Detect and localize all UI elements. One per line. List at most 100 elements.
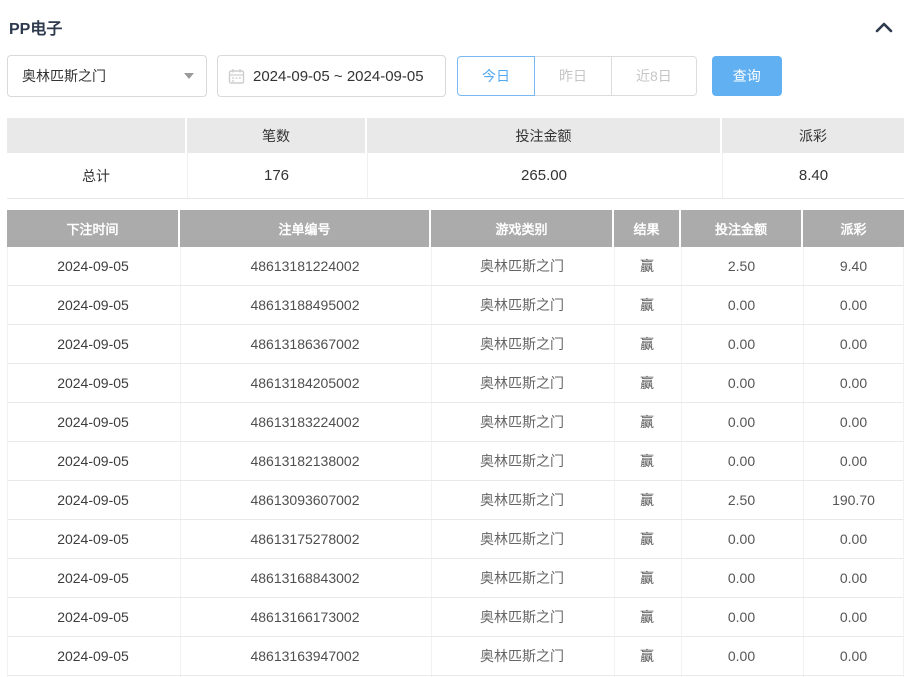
panel-title: PP电子 (9, 15, 62, 39)
table-header-cell: 派彩 (803, 210, 904, 247)
table-header-row: 下注时间注单编号游戏类别结果投注金额派彩 (7, 210, 904, 247)
table-cell: 2024-09-05 (8, 286, 178, 324)
summary-cell: 8.40 (722, 153, 904, 198)
table-cell: 48613186367002 (180, 325, 429, 363)
table-cell: 0.00 (803, 325, 903, 363)
table-cell: 赢 (614, 520, 679, 558)
quick-date-button-group: 今日 昨日 近8日 (457, 56, 697, 96)
date-range-value: 2024-09-05 ~ 2024-09-05 (253, 68, 424, 85)
table-cell: 48613093607002 (180, 481, 429, 519)
table-cell: 48613181224002 (180, 247, 429, 285)
table-row: 2024-09-0548613181224002奥林匹斯之门赢2.509.40 (8, 247, 903, 286)
summary-table: 笔数投注金额派彩 总计176265.008.40 (7, 118, 904, 199)
table-cell: 0.00 (803, 637, 903, 675)
summary-header-row: 笔数投注金额派彩 (7, 118, 904, 153)
summary-header-cell: 笔数 (187, 118, 365, 153)
table-cell: 奥林匹斯之门 (431, 403, 612, 441)
table-cell: 2024-09-05 (8, 247, 178, 285)
table-header-cell: 投注金额 (681, 210, 801, 247)
table-cell: 0.00 (681, 637, 801, 675)
summary-header-cell: 派彩 (722, 118, 904, 153)
table-cell: 2024-09-05 (8, 598, 178, 636)
table-cell: 48613166173002 (180, 598, 429, 636)
table-cell: 奥林匹斯之门 (431, 286, 612, 324)
table-cell: 0.00 (681, 403, 801, 441)
today-button[interactable]: 今日 (457, 56, 535, 96)
table-row: 2024-09-0548613184205002奥林匹斯之门赢0.000.00 (8, 364, 903, 403)
table-cell: 奥林匹斯之门 (431, 637, 612, 675)
pp-electronic-panel: PP电子 奥林匹斯之门 (0, 0, 912, 677)
table-cell: 赢 (614, 481, 679, 519)
table-cell: 赢 (614, 247, 679, 285)
yesterday-button[interactable]: 昨日 (534, 56, 612, 96)
caret-down-icon (184, 73, 194, 79)
summary-cell: 265.00 (367, 153, 720, 198)
bet-records-table: 下注时间注单编号游戏类别结果投注金额派彩 2024-09-05486131812… (7, 210, 904, 677)
table-cell: 48613163947002 (180, 637, 429, 675)
table-cell: 48613183224002 (180, 403, 429, 441)
table-cell: 190.70 (803, 481, 903, 519)
table-cell: 赢 (614, 442, 679, 480)
table-row: 2024-09-0548613163947002奥林匹斯之门赢0.000.00 (8, 637, 903, 676)
table-cell: 48613188495002 (180, 286, 429, 324)
table-cell: 2.50 (681, 247, 801, 285)
table-cell: 奥林匹斯之门 (431, 598, 612, 636)
table-cell: 0.00 (803, 442, 903, 480)
table-cell: 2024-09-05 (8, 559, 178, 597)
table-body: 2024-09-0548613181224002奥林匹斯之门赢2.509.402… (7, 247, 904, 677)
table-cell: 48613182138002 (180, 442, 429, 480)
table-cell: 赢 (614, 403, 679, 441)
table-row: 2024-09-0548613168843002奥林匹斯之门赢0.000.00 (8, 559, 903, 598)
table-cell: 0.00 (681, 442, 801, 480)
table-cell: 0.00 (681, 559, 801, 597)
table-row: 2024-09-0548613183224002奥林匹斯之门赢0.000.00 (8, 403, 903, 442)
summary-header-cell: 投注金额 (367, 118, 720, 153)
table-cell: 2024-09-05 (8, 520, 178, 558)
table-cell: 奥林匹斯之门 (431, 247, 612, 285)
date-range-input[interactable]: 2024-09-05 ~ 2024-09-05 (217, 55, 446, 97)
table-cell: 0.00 (681, 286, 801, 324)
table-row: 2024-09-0548613182138002奥林匹斯之门赢0.000.00 (8, 442, 903, 481)
table-cell: 0.00 (803, 403, 903, 441)
table-cell: 9.40 (803, 247, 903, 285)
table-header-cell: 注单编号 (180, 210, 429, 247)
table-cell: 2024-09-05 (8, 403, 178, 441)
table-cell: 0.00 (803, 286, 903, 324)
table-cell: 0.00 (681, 325, 801, 363)
table-row: 2024-09-0548613175278002奥林匹斯之门赢0.000.00 (8, 520, 903, 559)
table-cell: 0.00 (681, 598, 801, 636)
summary-header-cell (7, 118, 185, 153)
table-row: 2024-09-0548613166173002奥林匹斯之门赢0.000.00 (8, 598, 903, 637)
table-cell: 奥林匹斯之门 (431, 442, 612, 480)
table-row: 2024-09-0548613093607002奥林匹斯之门赢2.50190.7… (8, 481, 903, 520)
table-cell: 2.50 (681, 481, 801, 519)
table-cell: 0.00 (803, 364, 903, 402)
last-8-days-button[interactable]: 近8日 (611, 56, 697, 96)
calendar-icon (228, 68, 245, 85)
collapse-panel-button[interactable] (873, 16, 895, 38)
panel-header: PP电子 (7, 0, 905, 38)
table-row: 2024-09-0548613186367002奥林匹斯之门赢0.000.00 (8, 325, 903, 364)
table-cell: 0.00 (681, 520, 801, 558)
table-cell: 赢 (614, 598, 679, 636)
table-cell: 48613184205002 (180, 364, 429, 402)
table-cell: 0.00 (803, 598, 903, 636)
game-select-value: 奥林匹斯之门 (22, 66, 106, 86)
table-cell: 2024-09-05 (8, 325, 178, 363)
summary-total-row: 总计176265.008.40 (7, 153, 904, 199)
filter-row: 奥林匹斯之门 2024-09-05 ~ 2024-09-05 今日 (7, 55, 905, 97)
table-cell: 奥林匹斯之门 (431, 325, 612, 363)
table-cell: 赢 (614, 637, 679, 675)
summary-cell: 176 (187, 153, 365, 198)
table-cell: 赢 (614, 286, 679, 324)
table-header-cell: 下注时间 (7, 210, 178, 247)
table-cell: 奥林匹斯之门 (431, 481, 612, 519)
table-row: 2024-09-0548613188495002奥林匹斯之门赢0.000.00 (8, 286, 903, 325)
table-cell: 赢 (614, 325, 679, 363)
table-cell: 0.00 (803, 559, 903, 597)
search-button[interactable]: 查询 (712, 56, 782, 96)
summary-cell: 总计 (7, 153, 185, 198)
table-cell: 2024-09-05 (8, 481, 178, 519)
table-cell: 48613175278002 (180, 520, 429, 558)
game-select[interactable]: 奥林匹斯之门 (7, 55, 207, 97)
